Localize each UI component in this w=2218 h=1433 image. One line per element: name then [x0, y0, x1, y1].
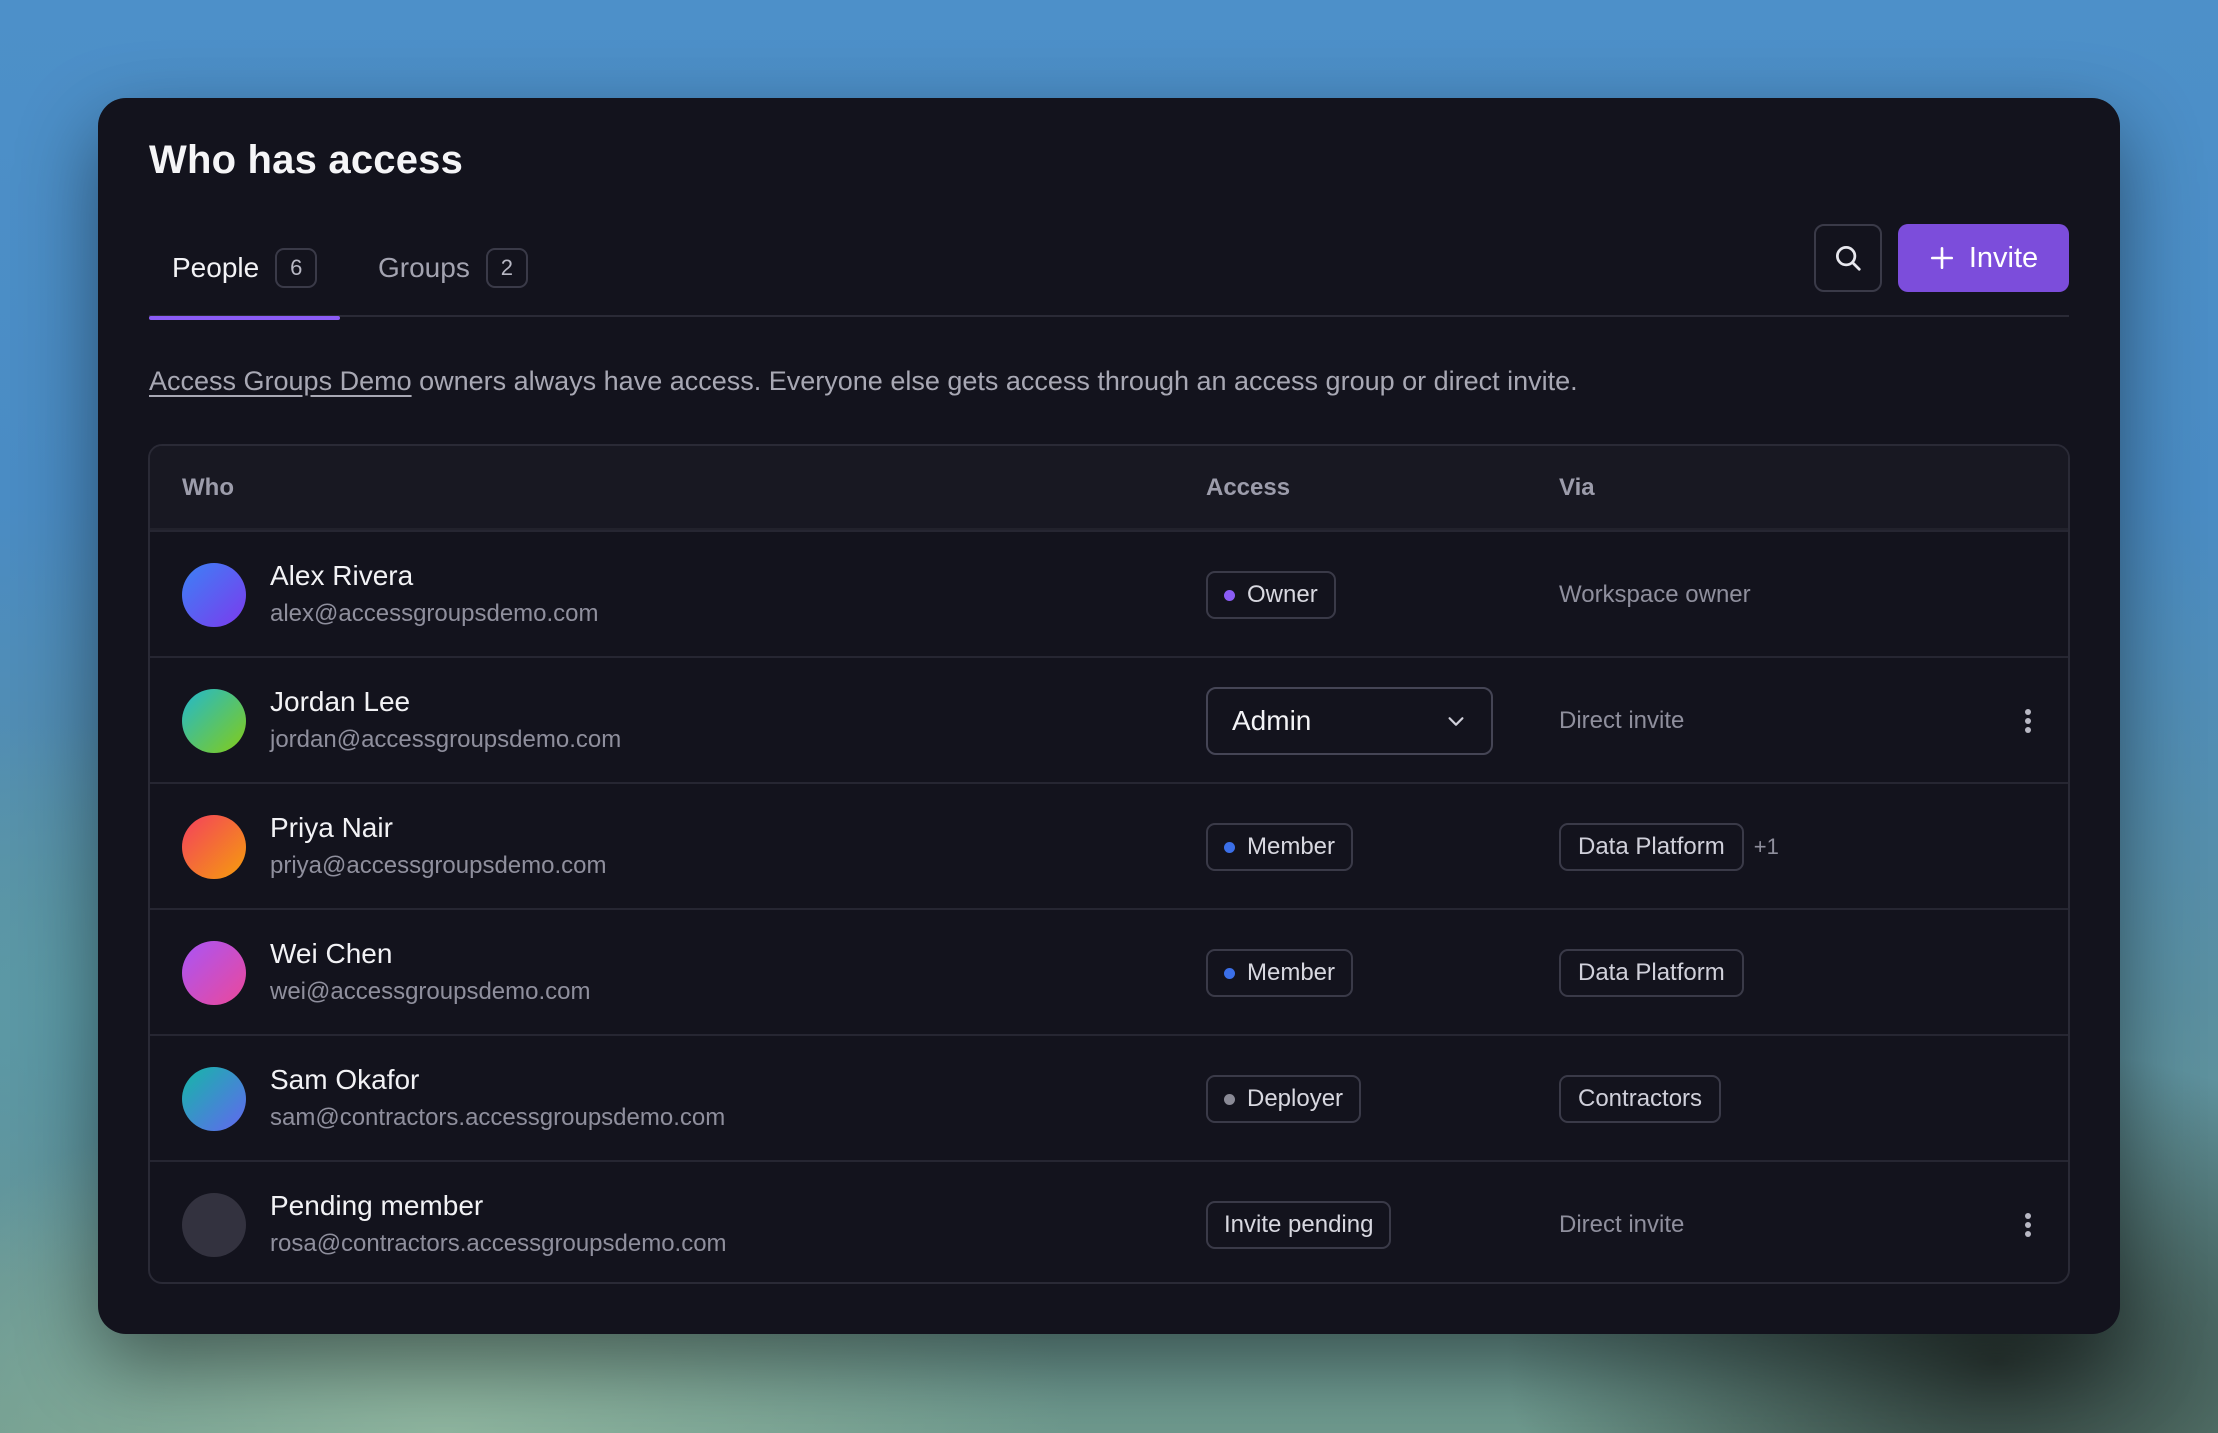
avatar: [182, 1193, 246, 1257]
table-row: Wei Chen wei@accessgroupsdemo.com Member…: [150, 908, 2068, 1034]
description-text: owners always have access. Everyone else…: [411, 366, 1578, 396]
via-groups: Data Platform +1: [1559, 823, 1779, 871]
members-table: Who Access Via Alex Rivera alex@accessgr…: [148, 444, 2070, 1284]
member-email: sam@contractors.accessgroupsdemo.com: [270, 1104, 726, 1131]
access-select-value: Admin: [1232, 705, 1312, 736]
avatar: [182, 1067, 246, 1131]
search-icon: [1836, 246, 1861, 271]
table-header: Who Access Via: [150, 446, 2068, 530]
invite-label: Invite: [1968, 241, 2039, 274]
member-email: rosa@contractors.accessgroupsdemo.com: [270, 1230, 727, 1257]
access-label: Owner: [1247, 581, 1318, 608]
access-role-select[interactable]: Admin: [1206, 687, 1493, 755]
member-email: priya@accessgroupsdemo.com: [270, 852, 607, 879]
search-button[interactable]: [1814, 224, 1882, 292]
table-row: Sam Okafor sam@contractors.accessgroupsd…: [150, 1034, 2068, 1160]
plus-icon: [1930, 246, 1953, 270]
row-menu-button[interactable]: [2008, 701, 2048, 741]
access-label: Invite pending: [1224, 1211, 1374, 1238]
group-badge[interactable]: Data Platform: [1559, 823, 1744, 871]
group-badge[interactable]: Data Platform: [1559, 949, 1744, 997]
access-badge: Member: [1206, 949, 1354, 997]
tab-groups[interactable]: Groups 2: [355, 218, 551, 317]
more-vertical-icon: [2025, 1213, 2031, 1237]
tab-count-badge: 2: [485, 247, 528, 288]
via-groups: Contractors: [1559, 1075, 1722, 1123]
via-groups: Data Platform: [1559, 949, 1744, 997]
role-dot-icon: [1224, 589, 1235, 601]
avatar: [182, 941, 246, 1005]
member-name: Alex Rivera: [270, 560, 414, 591]
table-row: Priya Nair priya@accessgroupsdemo.com Me…: [150, 782, 2068, 908]
member-email: alex@accessgroupsdemo.com: [270, 600, 599, 627]
access-label: Member: [1247, 833, 1336, 860]
page-title: Who has access: [149, 138, 464, 182]
access-label: Member: [1247, 959, 1336, 986]
access-panel: Who has access People 6 Groups 2 Invite …: [98, 98, 2120, 1334]
tab-bar: People 6 Groups 2: [149, 218, 2069, 320]
tab-count-badge: 6: [275, 247, 318, 288]
access-badge: Owner: [1206, 571, 1336, 619]
header-who: Who: [182, 474, 234, 501]
member-name: Sam Okafor: [270, 1064, 420, 1095]
member-name: Pending member: [270, 1190, 484, 1221]
more-groups-count[interactable]: +1: [1754, 834, 1779, 860]
row-menu-button[interactable]: [2008, 1205, 2048, 1245]
group-badge[interactable]: Contractors: [1559, 1075, 1722, 1123]
via-text: Direct invite: [1559, 707, 1685, 734]
avatar: [182, 563, 246, 627]
access-label: Deployer: [1247, 1085, 1344, 1112]
role-dot-icon: [1224, 967, 1235, 979]
access-badge: Deployer: [1206, 1075, 1362, 1123]
avatar: [182, 815, 246, 879]
member-name: Priya Nair: [270, 812, 393, 843]
tab-label: People: [172, 251, 260, 283]
invite-pending-badge: Invite pending: [1206, 1201, 1392, 1249]
access-badge: Member: [1206, 823, 1354, 871]
more-vertical-icon: [2025, 709, 2031, 733]
header-via: Via: [1559, 474, 1595, 501]
role-dot-icon: [1224, 1093, 1235, 1105]
access-description: Access Groups Demo owners always have ac…: [149, 366, 1578, 397]
role-dot-icon: [1224, 841, 1235, 853]
member-email: wei@accessgroupsdemo.com: [270, 978, 591, 1005]
workspace-link[interactable]: Access Groups Demo: [149, 366, 412, 396]
table-row: Alex Rivera alex@accessgroupsdemo.com Ow…: [150, 530, 2068, 656]
member-email: jordan@accessgroupsdemo.com: [270, 726, 622, 753]
tab-label: Groups: [378, 251, 470, 283]
member-name: Jordan Lee: [270, 686, 411, 717]
via-text: Direct invite: [1559, 1211, 1685, 1238]
chevron-down-icon: [1448, 717, 1464, 726]
member-name: Wei Chen: [270, 938, 393, 969]
avatar: [182, 689, 246, 753]
header-access: Access: [1206, 474, 1291, 501]
via-text: Workspace owner: [1559, 581, 1751, 608]
table-row: Pending member rosa@contractors.accessgr…: [150, 1160, 2068, 1282]
tab-people[interactable]: People 6: [149, 218, 341, 320]
invite-button[interactable]: Invite: [1898, 224, 2069, 292]
table-row: Jordan Lee jordan@accessgroupsdemo.com A…: [150, 656, 2068, 782]
